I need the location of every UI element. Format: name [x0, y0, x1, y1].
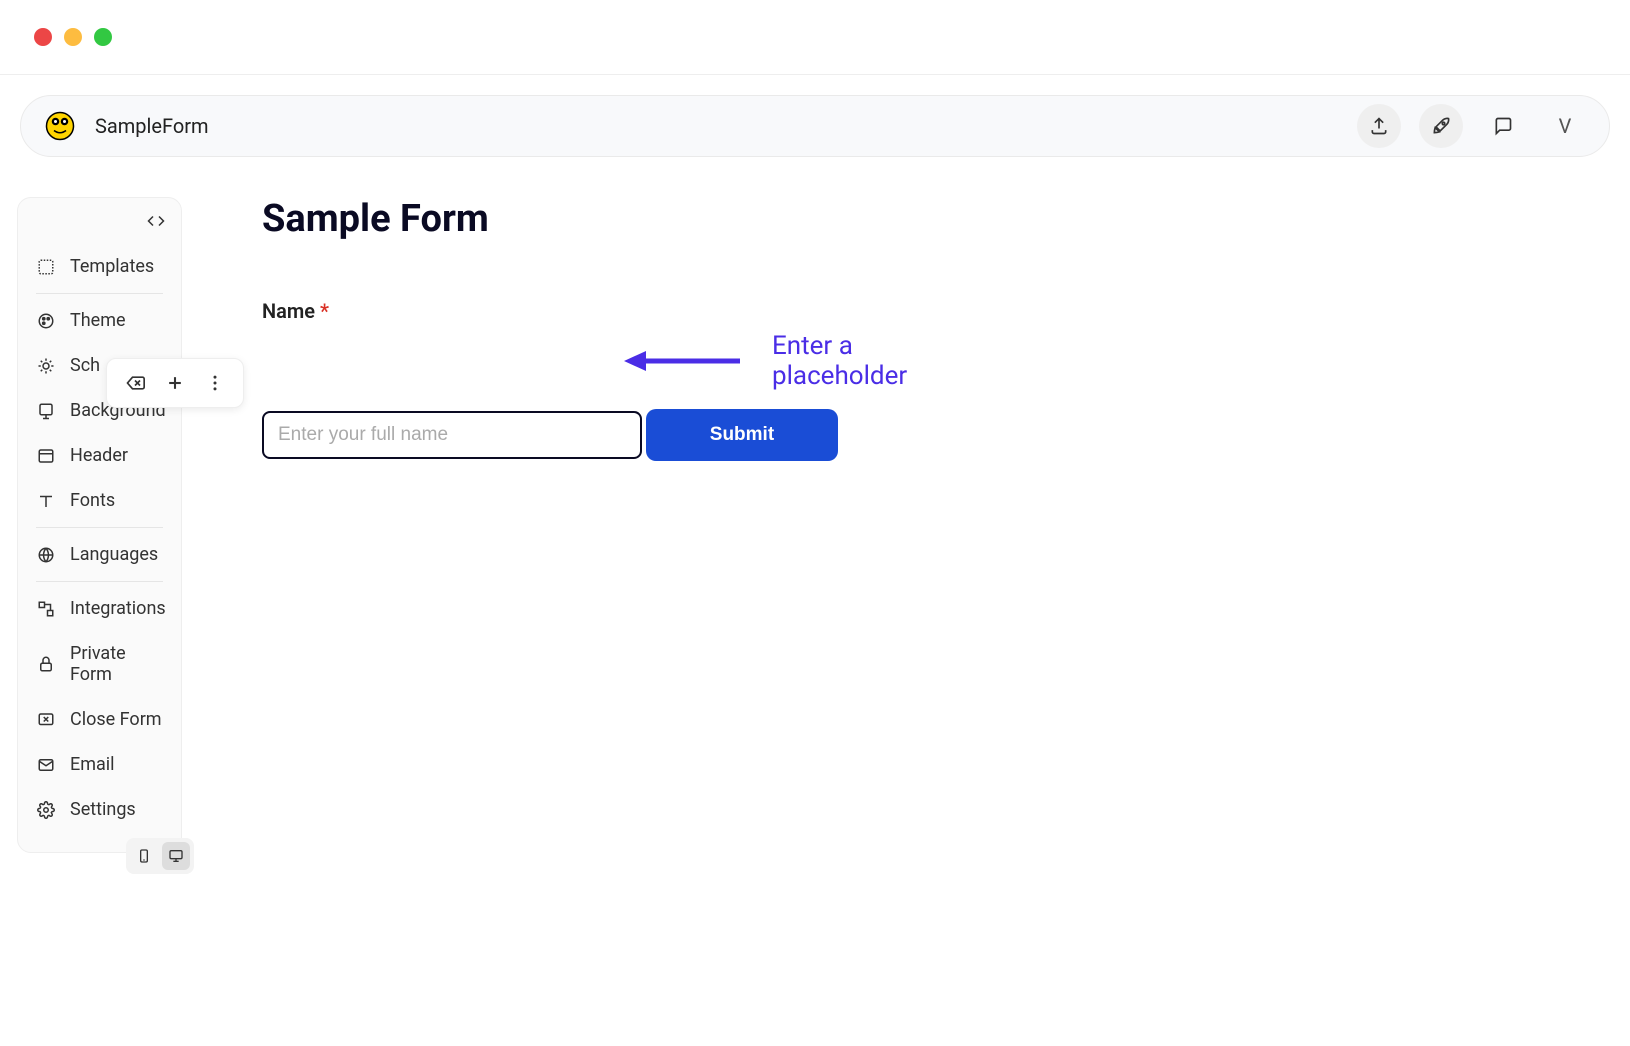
sidebar-item-label: Private Form [70, 643, 163, 685]
sidebar-item-fonts[interactable]: Fonts [18, 478, 181, 523]
name-input[interactable] [262, 411, 642, 459]
sidebar-item-integrations[interactable]: Integrations [18, 586, 181, 631]
code-toggle[interactable] [18, 212, 181, 244]
sidebar-item-languages[interactable]: Languages [18, 532, 181, 577]
required-indicator: * [320, 299, 329, 323]
palette-icon [36, 311, 56, 331]
window-close-dot[interactable] [34, 28, 52, 46]
sidebar-item-label: Settings [70, 799, 136, 820]
desktop-icon [168, 848, 184, 864]
sidebar-item-theme[interactable]: Theme [18, 298, 181, 343]
launch-button[interactable] [1419, 104, 1463, 148]
mail-icon [36, 755, 56, 775]
form-canvas: Sample Form Name * Enter a placeholder S… [222, 197, 838, 853]
sidebar-item-close-form[interactable]: Close Form [18, 697, 181, 742]
sidebar-divider [36, 527, 163, 528]
template-icon [36, 257, 56, 277]
sidebar-divider [36, 581, 163, 582]
fonts-icon [36, 491, 56, 511]
upload-icon [1369, 116, 1389, 136]
sidebar-item-label: Header [70, 445, 128, 466]
upload-button[interactable] [1357, 104, 1401, 148]
form-title: Sample Form [262, 197, 838, 241]
name-label: Name * [262, 299, 838, 323]
sidebar-item-label: Fonts [70, 490, 115, 511]
annotation-text: Enter a placeholder [772, 331, 907, 391]
sidebar-divider [36, 293, 163, 294]
plus-icon [165, 373, 185, 393]
avatar-button[interactable]: V [1543, 104, 1587, 148]
lock-icon [36, 654, 56, 674]
sidebar-item-label: Theme [70, 310, 126, 331]
sidebar-item-templates[interactable]: Templates [18, 244, 181, 289]
logo-icon [43, 109, 77, 143]
desktop-view-button[interactable] [162, 842, 190, 870]
sidebar-item-label: Templates [70, 256, 154, 277]
comment-button[interactable] [1481, 104, 1525, 148]
window-maximize-dot[interactable] [94, 28, 112, 46]
gear-icon [36, 800, 56, 820]
sun-icon [36, 356, 56, 376]
sidebar-item-label: Sch [70, 355, 100, 376]
sidebar-item-label: Languages [70, 544, 158, 565]
delete-button[interactable] [119, 367, 151, 399]
comment-icon [1493, 116, 1513, 136]
divider [0, 74, 1630, 75]
window-controls [0, 0, 1630, 74]
header-icon [36, 446, 56, 466]
sidebar-item-label: Email [70, 754, 115, 775]
add-button[interactable] [159, 367, 191, 399]
sidebar-item-private-form[interactable]: Private Form [18, 631, 181, 697]
globe-icon [36, 545, 56, 565]
sidebar: Templates Theme Sch Background Head [17, 197, 182, 853]
background-icon [36, 401, 56, 421]
rocket-icon [1431, 116, 1451, 136]
mobile-icon [136, 848, 152, 864]
sidebar-item-settings[interactable]: Settings [18, 787, 181, 832]
integrations-icon [36, 599, 56, 619]
avatar-letter: V [1559, 114, 1572, 138]
backspace-icon [125, 373, 145, 393]
sidebar-item-label: Integrations [70, 598, 166, 619]
closeform-icon [36, 710, 56, 730]
main-area: Templates Theme Sch Background Head [0, 157, 1630, 853]
code-icon [147, 212, 165, 230]
sidebar-item-email[interactable]: Email [18, 742, 181, 787]
view-toggle [126, 838, 194, 874]
arrow-left-icon [622, 346, 742, 376]
annotation: Enter a placeholder [622, 331, 907, 391]
window-minimize-dot[interactable] [64, 28, 82, 46]
sidebar-item-label: Close Form [70, 709, 162, 730]
top-bar: SampleForm V [20, 95, 1610, 157]
page-title: SampleForm [95, 114, 209, 138]
sidebar-item-header[interactable]: Header [18, 433, 181, 478]
name-label-text: Name [262, 299, 315, 323]
mobile-view-button[interactable] [130, 842, 158, 870]
submit-button[interactable]: Submit [646, 409, 838, 461]
